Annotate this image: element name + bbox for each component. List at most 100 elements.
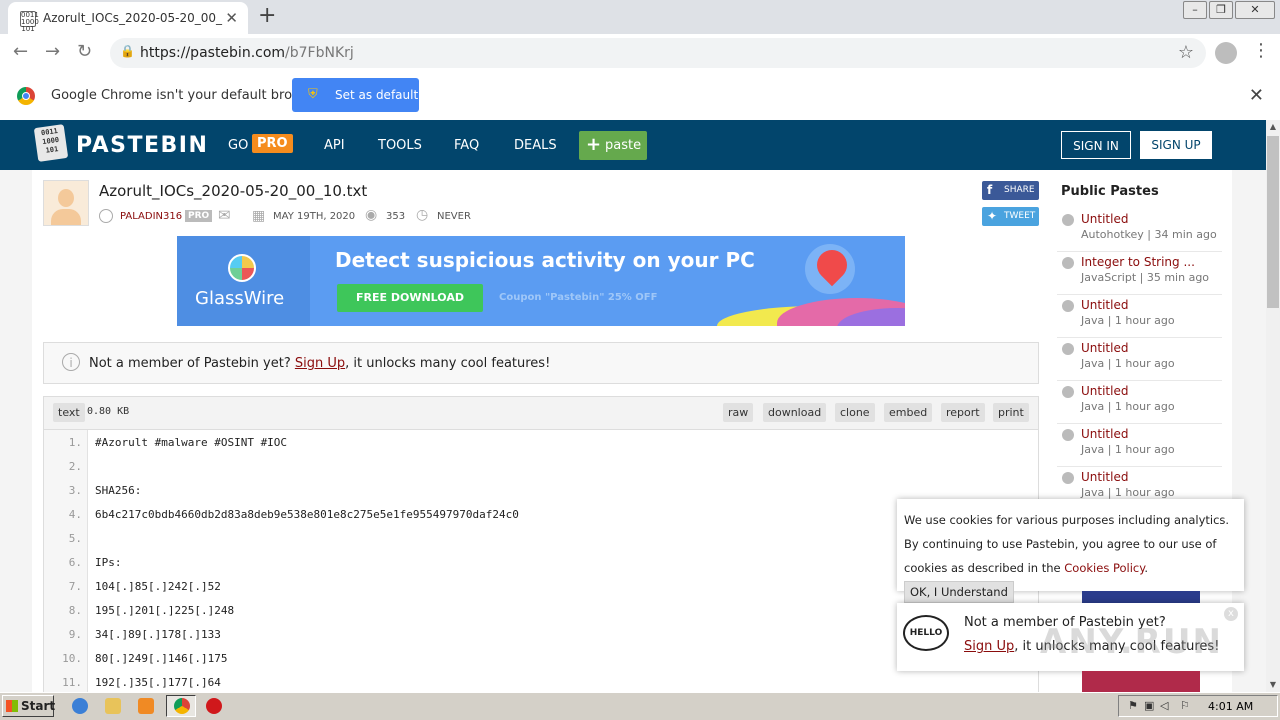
ad-download-button[interactable]: FREE DOWNLOAD	[337, 284, 483, 312]
line-number: 10.	[62, 652, 82, 665]
glasswire-ad-banner[interactable]: GlassWire Detect suspicious activity on …	[177, 236, 905, 326]
back-icon[interactable]: ←	[13, 41, 28, 62]
security-app-icon[interactable]	[206, 698, 222, 714]
public-paste-item[interactable]: Untitled Java | 1 hour ago	[1057, 337, 1222, 381]
windows-flag-icon	[6, 700, 18, 712]
report-button[interactable]: report	[941, 403, 985, 422]
author-link[interactable]: PALADIN316	[120, 211, 182, 222]
public-paste-item[interactable]: Untitled Java | 1 hour ago	[1057, 380, 1222, 424]
browser-toolbar: ← → ↻ 🔒 https://pastebin.com/b7FbNKrj ☆ …	[0, 34, 1280, 73]
public-pastes-heading: Public Pastes	[1061, 184, 1159, 199]
paste-size: 0.80 KB	[87, 406, 130, 417]
member-popup-sign-up-link[interactable]: Sign Up	[964, 639, 1014, 654]
mail-icon[interactable]: ✉	[218, 206, 231, 224]
new-tab-button[interactable]: +	[258, 3, 276, 28]
user-icon	[99, 209, 113, 223]
line-number: 9.	[68, 628, 82, 641]
line-number: 5.	[68, 532, 82, 545]
nav-tools[interactable]: TOOLS	[378, 138, 422, 153]
paste-date: MAY 19TH, 2020	[273, 211, 356, 222]
set-as-default-button[interactable]: ⛨ Set as default	[292, 78, 419, 112]
globe-icon	[1062, 257, 1074, 269]
code-line: 192[.]35[.]177[.]64	[95, 676, 221, 689]
scrollbar-thumb[interactable]	[1267, 136, 1279, 308]
tab-close-icon[interactable]: ✕	[225, 9, 238, 27]
file-explorer-icon[interactable]	[105, 698, 121, 714]
watermark: ANY.RUN	[1040, 622, 1223, 662]
cookie-consent-popup: We use cookies for various purposes incl…	[897, 499, 1244, 603]
public-paste-item[interactable]: Untitled Java | 1 hour ago	[1057, 294, 1222, 338]
globe-icon	[1062, 300, 1074, 312]
profile-avatar-icon[interactable]	[1215, 42, 1237, 64]
ad-coupon: Coupon "Pastebin" 25% OFF	[499, 292, 658, 303]
globe-icon	[1062, 429, 1074, 441]
embed-button[interactable]: embed	[884, 403, 933, 422]
clone-button[interactable]: clone	[835, 403, 875, 422]
syntax-tag[interactable]: text	[53, 403, 85, 422]
start-button[interactable]: Start	[2, 695, 55, 717]
browser-tab[interactable]: 0011 1000 101 Azorult_IOCs_2020-05-20_00…	[8, 2, 248, 34]
tray-network-icon[interactable]: ▣	[1144, 699, 1154, 712]
expiration: NEVER	[437, 211, 471, 222]
public-paste-item[interactable]: Integer to String ... JavaScript | 35 mi…	[1057, 251, 1222, 295]
author-avatar[interactable]	[43, 180, 89, 226]
nav-api[interactable]: API	[324, 138, 345, 153]
download-button[interactable]: download	[763, 403, 827, 422]
sign-in-button[interactable]: SIGN IN	[1061, 131, 1131, 159]
public-paste-item[interactable]: Untitled Java | 1 hour ago	[1057, 423, 1222, 467]
minimize-button[interactable]: –	[1183, 1, 1207, 19]
globe-icon	[1062, 472, 1074, 484]
reload-icon[interactable]: ↻	[77, 41, 92, 62]
nav-go[interactable]: GO	[228, 138, 248, 153]
print-button[interactable]: print	[993, 403, 1029, 422]
line-number: 4.	[68, 508, 82, 521]
new-paste-button[interactable]: + paste	[579, 131, 647, 160]
code-line: 34[.]89[.]178[.]133	[95, 628, 221, 641]
media-player-icon[interactable]	[138, 698, 154, 714]
tray-shield-icon[interactable]: ⚑	[1128, 699, 1138, 712]
site-logo[interactable]: PASTEBIN	[76, 133, 208, 158]
code-line: 104[.]85[.]242[.]52	[95, 580, 221, 593]
nav-faq[interactable]: FAQ	[454, 138, 479, 153]
code-line: 6b4c217c0bdb4660db2d83a8deb9e538e801e8c2…	[95, 508, 519, 521]
cookie-ok-button[interactable]: OK, I Understand	[904, 581, 1014, 603]
glasswire-logo-icon	[228, 254, 256, 282]
paste-title: Azorult_IOCs_2020-05-20_00_10.txt	[99, 182, 368, 200]
internet-explorer-icon[interactable]	[72, 698, 88, 714]
sidebar-ad-thumbnail[interactable]	[1082, 591, 1200, 603]
popup-close-icon[interactable]: x	[1224, 607, 1238, 621]
notice-sign-up-link[interactable]: Sign Up	[295, 356, 345, 371]
close-window-button[interactable]: ✕	[1235, 1, 1275, 19]
ad-headline: Detect suspicious activity on your PC	[335, 248, 755, 272]
cookies-policy-link[interactable]: Cookies Policy	[1064, 561, 1144, 575]
system-tray	[1118, 695, 1278, 717]
scroll-down-arrow-icon[interactable]: ▼	[1266, 678, 1280, 692]
facebook-share-button[interactable]: f SHARE	[982, 181, 1039, 200]
line-number: 3.	[68, 484, 82, 497]
restore-button[interactable]: ❐	[1209, 1, 1233, 19]
infobar-message: Google Chrome isn't your default browser	[51, 88, 323, 103]
tray-volume-icon[interactable]: ◁	[1160, 699, 1168, 712]
hello-bubble-icon: HELLO	[903, 615, 949, 651]
pastebin-favicon-icon: 0011 1000 101	[20, 11, 39, 33]
infobar-close-icon[interactable]: ✕	[1249, 85, 1264, 106]
sign-up-button[interactable]: SIGN UP	[1140, 131, 1212, 159]
nav-pro-badge[interactable]: PRO	[252, 134, 293, 153]
view-count: 353	[386, 211, 406, 222]
twitter-tweet-button[interactable]: ✦ TWEET	[982, 207, 1039, 226]
scroll-up-arrow-icon[interactable]: ▲	[1266, 120, 1280, 134]
raw-button[interactable]: raw	[723, 403, 754, 422]
taskbar-chrome-button[interactable]	[166, 695, 196, 717]
bookmark-star-icon[interactable]: ☆	[1178, 42, 1194, 63]
taskbar-clock: 4:01 AM	[1208, 700, 1254, 713]
sidebar-ad-thumbnail[interactable]	[1082, 671, 1200, 692]
nav-deals[interactable]: DEALS	[514, 138, 557, 153]
menu-dots-icon[interactable]: ⋮	[1252, 40, 1270, 61]
forward-icon[interactable]: →	[45, 41, 60, 62]
line-number: 11.	[62, 676, 82, 689]
address-bar[interactable]: 🔒 https://pastebin.com/b7FbNKrj ☆	[110, 38, 1206, 68]
member-notice: i Not a member of Pastebin yet? Sign Up,…	[43, 342, 1039, 384]
tray-flag-icon[interactable]: ⚐	[1180, 699, 1190, 712]
public-paste-item[interactable]: Untitled Autohotkey | 34 min ago	[1057, 208, 1222, 252]
pastebin-logo-icon[interactable]: 0011 1000 101	[33, 124, 69, 162]
